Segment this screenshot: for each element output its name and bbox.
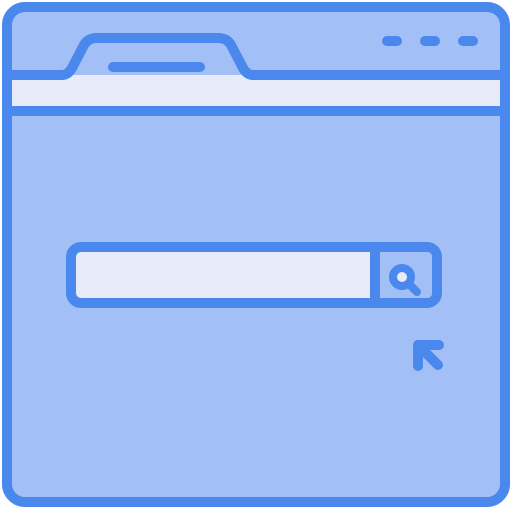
search-icon: [389, 264, 421, 296]
browser-search-icon: [2, 2, 510, 507]
search-button[interactable]: [370, 248, 432, 302]
tab-strip: [12, 75, 500, 111]
